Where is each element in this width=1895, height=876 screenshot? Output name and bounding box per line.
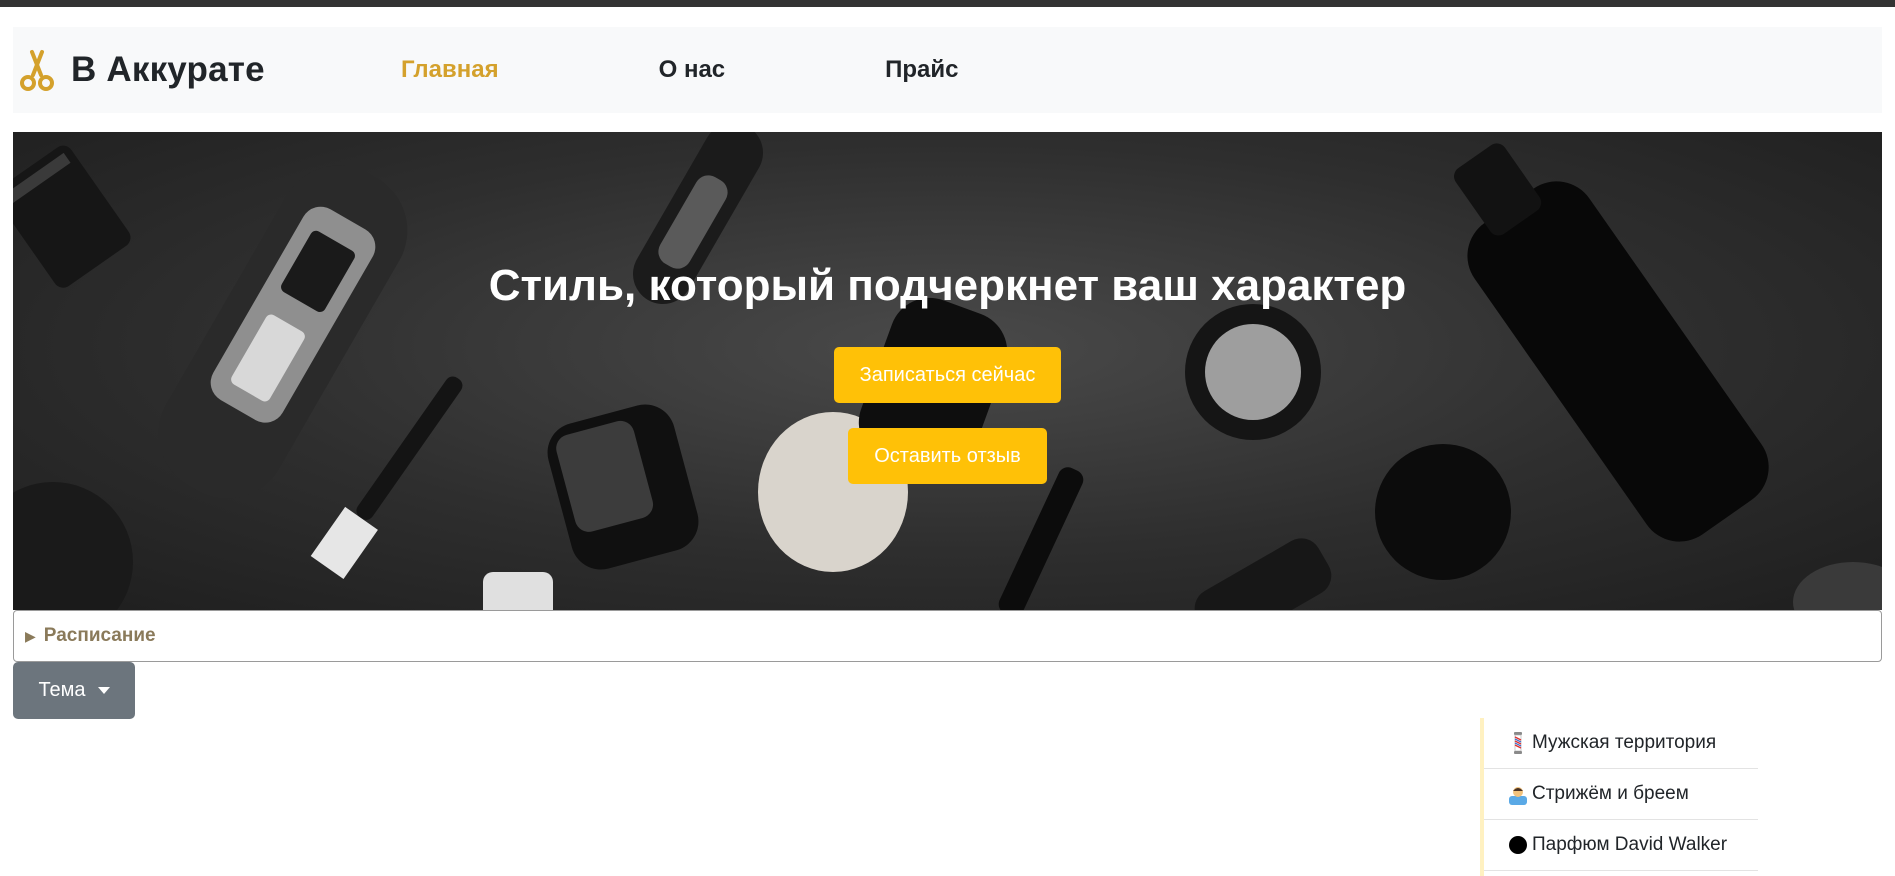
leave-review-button[interactable]: Оставить отзыв <box>848 428 1047 484</box>
nav-link-home[interactable]: Главная <box>401 56 499 84</box>
hero-title: Стиль, который подчеркнет ваш характер <box>488 261 1407 310</box>
black-circle-icon <box>1509 836 1527 854</box>
nav-links: Главная О нас Прайс <box>401 27 959 113</box>
top-border <box>0 0 1895 7</box>
list-item[interactable]: Стрижём и бреем <box>1484 769 1758 820</box>
theme-dropdown-button[interactable]: Тема <box>13 662 135 719</box>
disclosure-triangle-icon: ▶ <box>25 627 36 644</box>
schedule-details[interactable]: ▶ Расписание <box>13 610 1882 662</box>
nav-link-prices[interactable]: Прайс <box>885 56 958 84</box>
book-now-button[interactable]: Записаться сейчас <box>834 347 1061 403</box>
nav-link-about[interactable]: О нас <box>659 56 726 84</box>
schedule-summary: Расписание <box>43 625 156 646</box>
brand[interactable]: В Аккурате <box>19 48 265 92</box>
hero-banner: Стиль, который подчеркнет ваш характер З… <box>13 132 1882 610</box>
clipper-shape <box>158 165 408 499</box>
list-item-label: Стрижём и бреем <box>1532 783 1689 804</box>
list-item[interactable]: Мужская территория <box>1484 718 1758 769</box>
brand-name: В Аккурате <box>71 50 265 89</box>
list-item-label: Парфюм David Walker <box>1532 834 1728 855</box>
barber-pole-icon <box>1514 732 1522 754</box>
side-list: Мужская территория Стрижём и бреем Парфю… <box>1480 718 1758 876</box>
navbar: В Аккурате Главная О нас Прайс <box>13 27 1882 113</box>
list-item[interactable]: Парфюм David Walker <box>1484 820 1758 871</box>
haircut-person-icon <box>1509 787 1527 805</box>
caret-down-icon <box>97 687 110 694</box>
scissors-icon <box>20 50 54 91</box>
list-item-label: Мужская территория <box>1532 732 1717 753</box>
theme-dropdown-label: Тема <box>38 679 86 701</box>
